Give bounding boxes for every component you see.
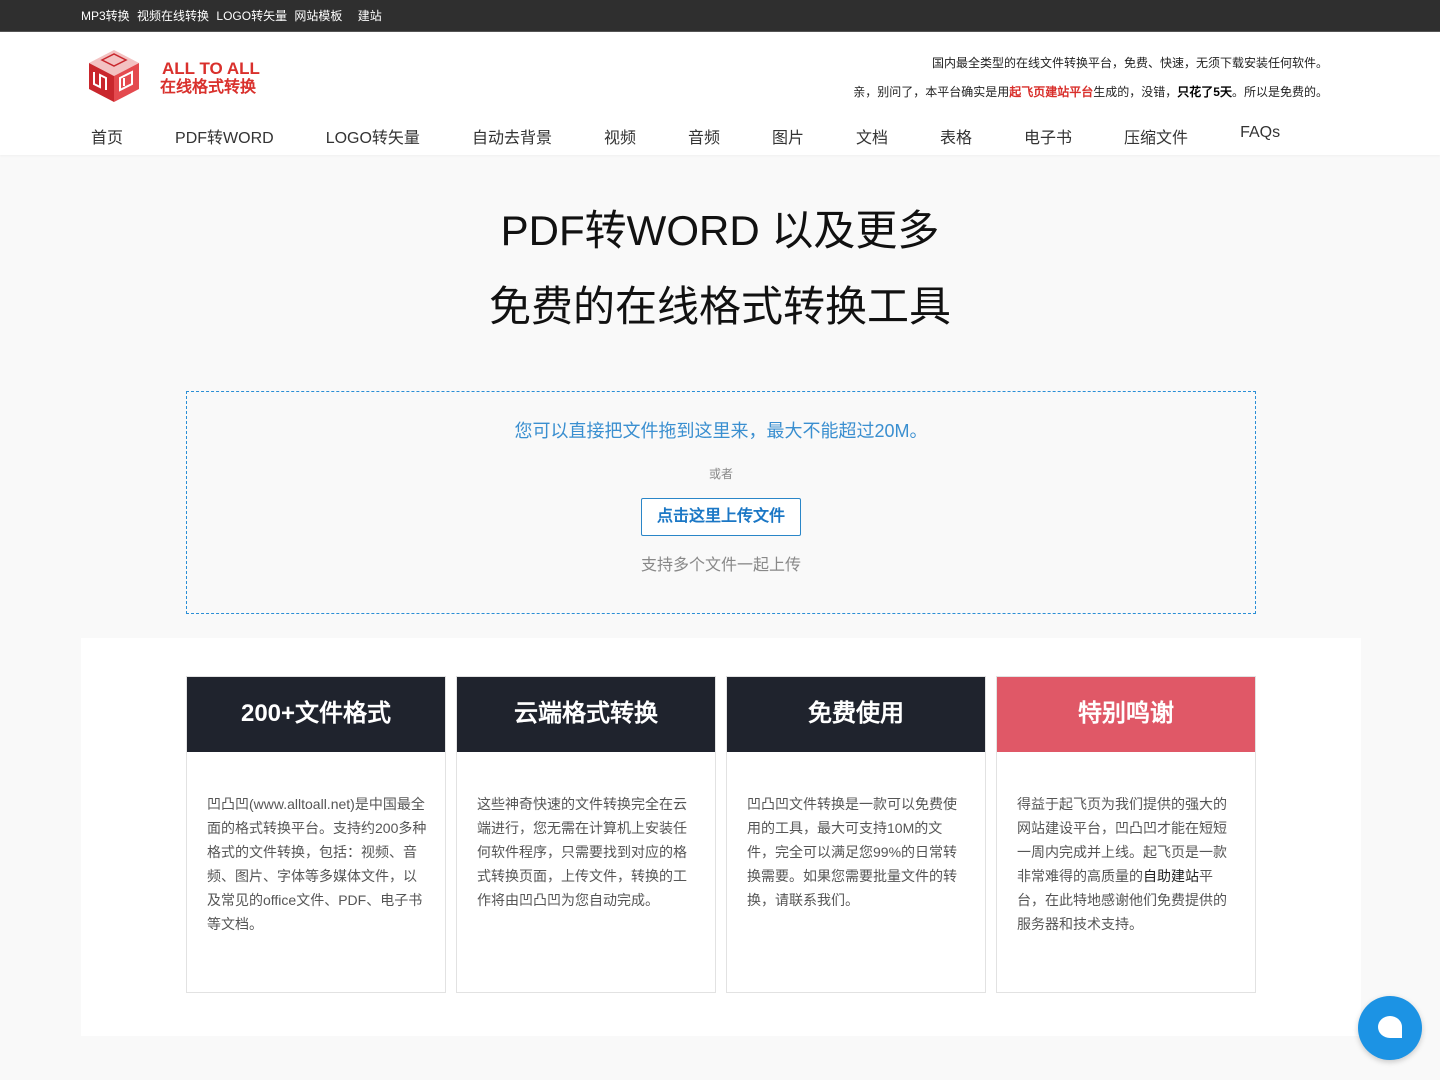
chat-button[interactable] — [1358, 996, 1422, 1060]
nav-item-ebook[interactable]: 电子书 — [1024, 124, 1072, 148]
drop-zone-multi-note: 支持多个文件一起上传 — [640, 557, 801, 574]
brand-name-en: ALL TO ALL — [162, 59, 260, 78]
hero: PDF转WORD 以及更多 免费的在线格式转换工具 — [0, 155, 1440, 331]
nav-item-logo-vector[interactable]: LOGO转矢量 — [326, 124, 420, 148]
feature-card-body: 凹凸凹(www.alltoall.net)是中国最全面的格式转换平台。支持约20… — [207, 796, 427, 932]
feature-card-cloud: 云端格式转换 这些神奇快速的文件转换完全在云端进行，您无需在计算机上安装任何软件… — [456, 676, 716, 993]
brand-name[interactable]: ALL TO ALL 在线格式转换 — [160, 60, 260, 98]
chat-bubble-icon — [1378, 1016, 1402, 1038]
main-nav: 首页 PDF转WORD LOGO转矢量 自动去背景 视频 音频 图片 文档 表格… — [91, 124, 1332, 148]
nav-item-video[interactable]: 视频 — [604, 124, 636, 148]
site-header: ALL TO ALL 在线格式转换 国内最全类型的在线文件转换平台，免费、快速，… — [0, 32, 1440, 155]
feature-card-title: 云端格式转换 — [457, 677, 715, 752]
nav-item-home[interactable]: 首页 — [91, 124, 123, 148]
notice-line-2: 亲，别问了，本平台确实是用起飞页建站平台生成的，没错，只花了5天。所以是免费的。 — [853, 83, 1328, 100]
feature-card-title: 免费使用 — [727, 677, 985, 752]
notice-text-a: 亲，别问了，本平台确实是用 — [853, 85, 1010, 99]
logo-cube-icon[interactable] — [86, 48, 142, 104]
upload-file-button[interactable]: 点击这里上传文件 — [640, 498, 801, 536]
topbar-link-video[interactable]: 视频在线转换 — [137, 9, 209, 23]
nav-item-audio[interactable]: 音频 — [688, 124, 720, 148]
drop-zone-or: 或者 — [708, 467, 733, 481]
hero-title: PDF转WORD 以及更多 — [500, 207, 940, 254]
topbar-link-mp3[interactable]: MP3转换 — [81, 9, 130, 23]
file-drop-zone[interactable]: 您可以直接把文件拖到这里来，最大不能超过20M。 或者 点击这里上传文件 支持多… — [186, 391, 1256, 614]
notice-platform-link[interactable]: 起飞页建站平台 — [1009, 85, 1093, 99]
nav-item-spreadsheet[interactable]: 表格 — [940, 124, 972, 148]
features-section: 200+文件格式 凹凸凹(www.alltoall.net)是中国最全面的格式转… — [81, 638, 1361, 1036]
notice-text-b: 生成的，没错， — [1093, 85, 1178, 99]
nav-item-faqs[interactable]: FAQs — [1240, 124, 1280, 148]
notice-line-1: 国内最全类型的在线文件转换平台，免费、快速，无须下载安装任何软件。 — [931, 56, 1328, 70]
topbar-link-build[interactable]: 建站 — [358, 9, 382, 23]
notice-bold: 只花了5天 — [1177, 85, 1232, 99]
nav-item-pdf-to-word[interactable]: PDF转WORD — [175, 124, 274, 148]
topbar-link-templates[interactable]: 网站模板 — [294, 9, 342, 23]
topbar-link-logo[interactable]: LOGO转矢量 — [216, 9, 287, 23]
feature-card-thanks: 特别鸣谢 得益于起飞页为我们提供的强大的网站建设平台，凹凸凹才能在短短一周内完成… — [996, 676, 1256, 993]
notice-text-c: 。所以是免费的。 — [1231, 85, 1328, 99]
nav-item-remove-bg[interactable]: 自动去背景 — [472, 124, 552, 148]
feature-card-body: 这些神奇快速的文件转换完全在云端进行，您无需在计算机上安装任何软件程序，只需要找… — [477, 796, 687, 908]
brand-name-cn: 在线格式转换 — [160, 79, 257, 96]
feature-card-free: 免费使用 凹凸凹文件转换是一款可以免费使用的工具，最大可支持10M的文件，完全可… — [726, 676, 986, 993]
top-bar: MP3转换 视频在线转换 LOGO转矢量 网站模板 建站 — [0, 0, 1440, 32]
drop-zone-instruction: 您可以直接把文件拖到这里来，最大不能超过20M。 — [514, 421, 928, 441]
feature-card-body: 得益于起飞页为我们提供的强大的网站建设平台，凹凸凹才能在短短一周内完成并上线。起… — [997, 752, 1255, 936]
nav-item-archive[interactable]: 压缩文件 — [1124, 124, 1188, 148]
feature-card-body: 凹凸凹文件转换是一款可以免费使用的工具，最大可支持10M的文件，完全可以满足您9… — [747, 796, 958, 908]
feature-card-title: 200+文件格式 — [187, 677, 445, 752]
nav-item-document[interactable]: 文档 — [856, 124, 888, 148]
self-build-link[interactable]: 自助建站 — [1143, 868, 1199, 884]
hero-subtitle: 免费的在线格式转换工具 — [488, 283, 951, 330]
feature-card-title: 特别鸣谢 — [997, 677, 1255, 752]
nav-item-image[interactable]: 图片 — [772, 124, 804, 148]
feature-card-formats: 200+文件格式 凹凸凹(www.alltoall.net)是中国最全面的格式转… — [186, 676, 446, 993]
